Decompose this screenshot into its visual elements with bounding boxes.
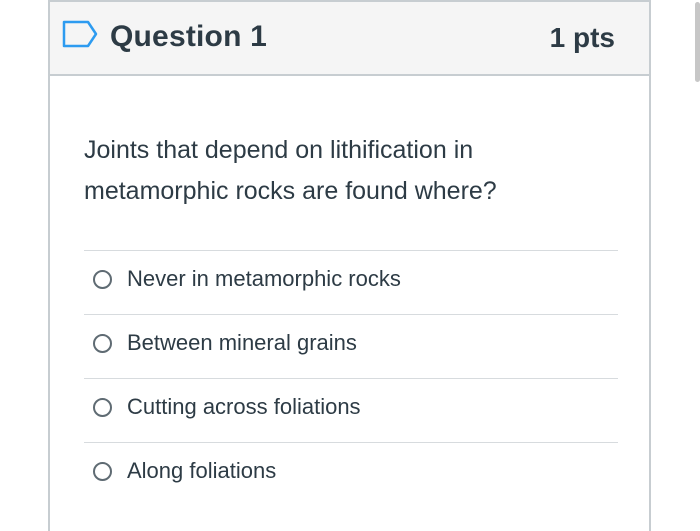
- answer-label[interactable]: Along foliations: [127, 458, 276, 484]
- answer-option[interactable]: Along foliations: [84, 442, 618, 506]
- radio-button-icon[interactable]: [93, 398, 112, 417]
- flag-question-icon[interactable]: [62, 20, 98, 48]
- answer-label[interactable]: Between mineral grains: [127, 330, 357, 356]
- question-header: Question 1 1 pts: [50, 2, 649, 76]
- answer-option[interactable]: Between mineral grains: [84, 314, 618, 378]
- question-card: Question 1 1 pts Joints that depend on l…: [48, 0, 651, 531]
- answer-label[interactable]: Never in metamorphic rocks: [127, 266, 401, 292]
- radio-button-icon[interactable]: [93, 462, 112, 481]
- question-text: Joints that depend on lithification in m…: [84, 136, 497, 205]
- answer-label[interactable]: Cutting across foliations: [127, 394, 361, 420]
- page-scrollbar[interactable]: [695, 2, 700, 82]
- answer-option[interactable]: Cutting across foliations: [84, 378, 618, 442]
- radio-button-icon[interactable]: [93, 270, 112, 289]
- question-title: Question 1: [110, 20, 268, 53]
- answer-list: Never in metamorphic rocks Between miner…: [84, 250, 618, 506]
- radio-button-icon[interactable]: [93, 334, 112, 353]
- answer-option[interactable]: Never in metamorphic rocks: [84, 250, 618, 314]
- question-points: 1 pts: [549, 22, 615, 53]
